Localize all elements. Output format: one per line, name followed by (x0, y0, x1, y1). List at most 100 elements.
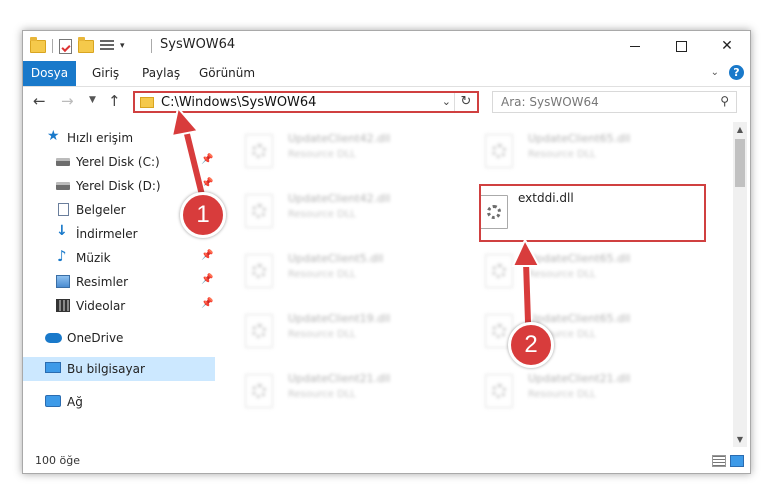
file-name: UpdateClient42.dll (288, 132, 391, 145)
step-2-badge: 2 (508, 322, 554, 368)
file-type: Resource DLL (288, 389, 356, 400)
pin-icon[interactable]: 📌 (201, 298, 213, 309)
item-count: 100 öğe (35, 454, 80, 467)
sidebar-item-label: Videolar (76, 299, 126, 313)
address-bar[interactable]: C:\Windows\SysWOW64 ⌄ ↻ (133, 91, 479, 113)
details-view-icon[interactable] (712, 455, 726, 467)
sidebar-item-label: Belgeler (76, 203, 126, 217)
screenshot-page: ▾ SysWOW64 ✕ Dosya Giriş Paylaş Görünüm … (0, 0, 769, 486)
recent-locations-chevron-icon[interactable]: ▼ (89, 95, 96, 105)
file-name: UpdateClient65.dll (528, 132, 631, 145)
file-list: UpdateClient42.dll Resource DLL UpdateCl… (218, 122, 732, 447)
maximize-icon (675, 40, 687, 52)
dll-file-icon (245, 254, 273, 288)
maximize-button[interactable] (658, 31, 704, 61)
title-divider (151, 39, 152, 53)
close-button[interactable]: ✕ (704, 31, 750, 61)
file-item[interactable]: UpdateClient42.dll Resource DLL (218, 122, 443, 174)
pin-icon[interactable]: 📌 (201, 250, 213, 261)
file-item[interactable]: UpdateClient42.dll Resource DLL (218, 182, 443, 234)
sidebar-item-onedrive[interactable]: OneDrive (23, 326, 215, 350)
dll-file-icon (245, 134, 273, 168)
file-type: Resource DLL (528, 389, 596, 400)
search-input[interactable]: Ara: SysWOW64 (501, 95, 599, 109)
computer-icon (45, 362, 61, 373)
onedrive-icon (45, 333, 62, 343)
toolbar-divider (52, 39, 53, 53)
folder-icon (30, 36, 46, 53)
forward-button[interactable]: → (61, 92, 74, 110)
sidebar-item-music[interactable]: ♪ Müzik 📌 (23, 246, 215, 270)
music-icon: ♪ (57, 247, 67, 265)
quick-access-toolbar: ▾ (30, 36, 125, 55)
step-1-badge: 1 (180, 192, 226, 238)
ribbon-expand-chevron-icon[interactable]: ⌄ (711, 67, 719, 78)
close-icon: ✕ (721, 38, 733, 54)
pin-icon[interactable]: 📌 (201, 178, 213, 189)
refresh-button[interactable]: ↻ (454, 93, 477, 111)
dll-file-icon (245, 374, 273, 408)
file-type: Resource DLL (288, 149, 356, 160)
tab-file[interactable]: Dosya (23, 61, 76, 86)
file-item[interactable]: UpdateClient65.dll Resource DLL (458, 302, 683, 354)
dll-file-icon (485, 254, 513, 288)
sidebar-item-this-pc[interactable]: Bu bilgisayar (23, 357, 215, 381)
dll-file-icon (485, 134, 513, 168)
minimize-icon (630, 45, 640, 47)
disk-icon (56, 182, 70, 190)
properties-icon[interactable] (59, 38, 72, 54)
help-icon[interactable]: ? (729, 65, 744, 80)
customize-toolbar-chevron-icon[interactable]: ▾ (120, 41, 125, 51)
sidebar-item-pictures[interactable]: Resimler 📌 (23, 270, 215, 294)
title-bar: ▾ SysWOW64 ✕ (23, 31, 750, 61)
sidebar-item-quick-access[interactable]: ★ Hızlı erişim (23, 126, 215, 150)
sidebar-item-label: İndirmeler (76, 227, 138, 241)
dll-file-icon (245, 194, 273, 228)
search-box[interactable]: Ara: SysWOW64 ⚲ (492, 91, 737, 113)
file-name: UpdateClient65.dll (528, 312, 631, 325)
pin-icon[interactable]: 📌 (201, 154, 213, 165)
address-dropdown-icon[interactable]: ⌄ (442, 95, 451, 108)
dll-file-icon (245, 314, 273, 348)
address-row: ← → ▼ ↑ C:\Windows\SysWOW64 ⌄ ↻ Ara: Sys… (23, 86, 750, 118)
vertical-scrollbar[interactable]: ▲ ▼ (733, 122, 747, 447)
file-type: Resource DLL (288, 269, 356, 280)
up-button[interactable]: ↑ (108, 92, 121, 110)
disk-icon (56, 158, 70, 166)
file-name: UpdateClient21.dll (288, 372, 391, 385)
tab-view[interactable]: Görünüm (199, 61, 255, 86)
address-path[interactable]: C:\Windows\SysWOW64 (161, 95, 316, 110)
sidebar-item-network[interactable]: Ağ (23, 390, 215, 414)
navigation-pane: ★ Hızlı erişim Yerel Disk (C:) 📌 Yerel D… (23, 122, 215, 447)
large-icons-view-icon[interactable] (730, 455, 744, 467)
back-button[interactable]: ← (33, 92, 46, 110)
new-folder-icon[interactable] (78, 36, 94, 53)
file-item[interactable]: UpdateClient65.dll Resource DLL (458, 122, 683, 174)
tab-share[interactable]: Paylaş (142, 61, 180, 86)
sidebar-item-local-disk-d[interactable]: Yerel Disk (D:) 📌 (23, 174, 215, 198)
sidebar-item-label: OneDrive (67, 331, 124, 345)
sidebar-item-label: Resimler (76, 275, 129, 289)
sidebar-item-label: Bu bilgisayar (67, 362, 145, 376)
scrollbar-thumb[interactable] (735, 139, 745, 187)
file-item[interactable]: UpdateClient19.dll Resource DLL (218, 302, 443, 354)
file-item[interactable]: UpdateClient21.dll Resource DLL (218, 362, 443, 414)
view-icon[interactable] (100, 40, 114, 52)
tab-home[interactable]: Giriş (92, 61, 119, 86)
file-item[interactable]: UpdateClient65.dll Resource DLL (458, 242, 683, 294)
pin-icon[interactable]: 📌 (201, 274, 213, 285)
file-name: UpdateClient19.dll (288, 312, 391, 325)
status-bar: 100 öğe (23, 450, 750, 473)
document-icon (58, 203, 69, 216)
pictures-icon (56, 275, 70, 288)
sidebar-item-videos[interactable]: Videolar 📌 (23, 294, 215, 318)
file-type: Resource DLL (288, 209, 356, 220)
folder-icon (140, 97, 154, 108)
minimize-button[interactable] (612, 31, 658, 61)
file-item[interactable]: UpdateClient5.dll Resource DLL (218, 242, 443, 294)
scroll-down-icon[interactable]: ▼ (733, 432, 747, 447)
scroll-up-icon[interactable]: ▲ (733, 122, 747, 137)
file-item[interactable]: UpdateClient21.dll Resource DLL (458, 362, 683, 414)
sidebar-item-local-disk-c[interactable]: Yerel Disk (C:) 📌 (23, 150, 215, 174)
network-icon (45, 395, 61, 407)
